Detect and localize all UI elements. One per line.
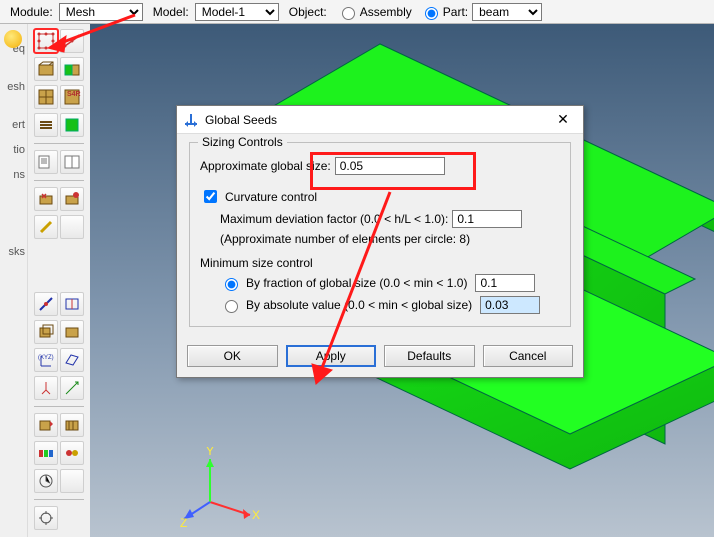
dialog-title: Global Seeds [205,113,277,127]
part-radio-label: Part: [443,5,468,19]
ok-button[interactable]: OK [187,345,278,367]
edit-mesh-tool[interactable] [60,187,84,211]
hint-bulb-icon[interactable] [4,30,22,48]
adaptive-remesh-tool[interactable] [34,215,58,239]
svg-text:Y: Y [206,447,214,458]
part-radio[interactable] [425,7,438,20]
svg-text:S4R: S4R [67,91,81,98]
approx-size-input[interactable] [335,157,445,175]
min-absolute-label: By absolute value (0.0 < min < global si… [246,298,472,312]
datum-toolbox: (XYZ) [32,290,86,532]
defaults-button[interactable]: Defaults [384,345,475,367]
object-label: Object: [289,5,327,19]
mesh-stats-tool[interactable] [60,150,84,174]
model-select[interactable]: Model-1 [195,3,279,21]
partition-edge-tool[interactable] [34,292,58,316]
mesh-controls-tool[interactable]: S4R [60,85,84,109]
query-tool[interactable] [34,150,58,174]
module-label: Module: [10,5,53,19]
seed-part-tool[interactable] [34,29,58,53]
maxdev-label: Maximum deviation factor (0.0 < h/L < 1.… [220,212,448,226]
curvature-label: Curvature control [225,190,317,204]
mesh-edit-2-tool[interactable] [60,215,84,239]
element-type-tool[interactable] [34,85,58,109]
assembly-radio-label: Assembly [360,5,412,19]
mesh-part-tool[interactable] [34,57,58,81]
dialog-button-bar: OK Apply Defaults Cancel [177,339,583,377]
min-fraction-radio[interactable] [225,278,238,291]
partition-face-tool[interactable] [60,292,84,316]
model-label: Model: [153,5,189,19]
min-fraction-label: By fraction of global size (0.0 < min < … [246,276,467,290]
min-absolute-radio[interactable] [225,300,238,313]
datum-axis-tool[interactable] [34,376,58,400]
assign-stack-tool[interactable] [34,113,58,137]
module-select[interactable]: Mesh [59,3,143,21]
context-bar: Module: Mesh Model: Model-1 Object: Asse… [0,0,714,24]
left-cropped-panel: eqesh erttionssks [0,24,28,537]
min-size-legend: Minimum size control [200,256,560,270]
sizing-controls-group: Sizing Controls Approximate global size:… [189,142,571,327]
assembly-radio[interactable] [342,7,355,20]
mesh-toolbox: S4R [32,27,86,241]
swept-mesh-tool[interactable] [34,413,58,437]
approx-size-label: Approximate global size: [200,159,331,173]
delete-mesh-tool[interactable] [34,187,58,211]
svg-text:Z: Z [180,516,187,527]
curvature-checkbox[interactable] [204,190,217,203]
close-icon[interactable]: ✕ [549,110,577,130]
verify-mesh-tool[interactable] [60,113,84,137]
color-code-tool[interactable] [34,441,58,465]
plugins-tool[interactable] [34,506,58,530]
svg-text:X: X [252,508,260,522]
display-group-tool[interactable] [60,441,84,465]
sizing-controls-legend: Sizing Controls [198,135,287,149]
maxdev-input[interactable] [452,210,522,228]
seed-edges-tool[interactable] [60,29,84,53]
mesh-quality-tool[interactable] [34,469,58,493]
cancel-button[interactable]: Cancel [483,345,574,367]
apply-button[interactable]: Apply [286,345,377,367]
approx-circle-note: (Approximate number of elements per circ… [220,232,470,246]
misc-tool[interactable] [60,469,84,493]
orient-stack-tool[interactable] [60,413,84,437]
part-select[interactable]: beam [472,3,542,21]
virtual-topo-tool[interactable] [60,320,84,344]
min-absolute-input[interactable] [480,296,540,314]
global-seeds-dialog: Global Seeds ✕ Sizing Controls Approxima… [176,105,584,378]
axis-triad: X Y Z [180,447,260,527]
svg-text:(XYZ): (XYZ) [38,355,54,361]
dialog-titlebar[interactable]: Global Seeds ✕ [177,106,583,134]
min-fraction-input[interactable] [475,274,535,292]
mesh-region-tool[interactable] [60,57,84,81]
datum-csys-tool[interactable]: (XYZ) [34,348,58,372]
dialog-icon [183,112,199,128]
partition-cell-tool[interactable] [34,320,58,344]
datum-plane-tool[interactable] [60,348,84,372]
datum-point-tool[interactable] [60,376,84,400]
